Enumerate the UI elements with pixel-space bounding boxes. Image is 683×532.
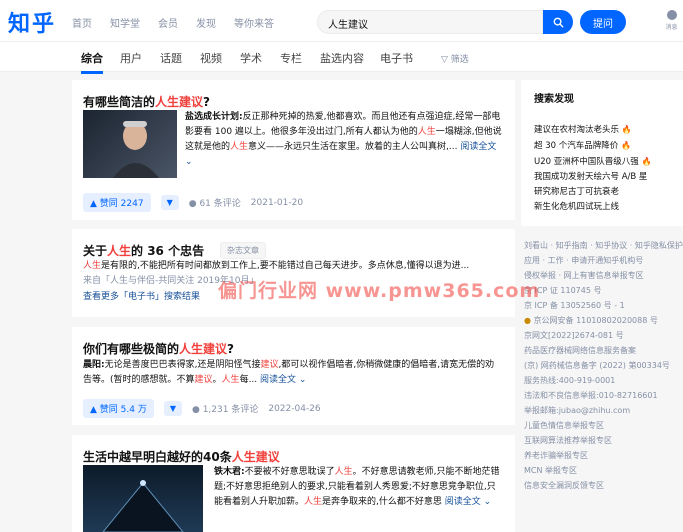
search-discovery-panel: 搜索发现 建议在农村淘汰老头乐 🔥 超 30 个汽车品牌降价 🔥 U20 亚洲杯… [521,80,683,226]
footer-link[interactable]: 刘看山 · 知乎指南 · 知乎协议 · 知乎隐私保护 [524,238,683,253]
footer-link[interactable]: ● 京公网安备 11010802020088 号 [524,313,683,328]
footer-text: 举报邮箱:jubao@zhihu.com [524,406,631,415]
footer-link[interactable]: 药品医疗器械网络信息服务备案 [524,343,683,358]
tab-salt-content[interactable]: 盐选内容 [320,50,364,66]
panel-title: 搜索发现 [534,94,574,105]
footer-text: 违法和不良信息举报:010-82716601 [524,391,658,400]
upvote-button[interactable]: ▲ 赞同 5.4 万 [83,399,154,418]
filter-label: 筛选 [450,55,469,65]
messages-label: 消息 [665,24,678,31]
ask-question-button[interactable]: 提问 [580,10,626,34]
result-actions: ▲ 赞同 5.4 万 ▼ ● 1,231 条评论 2022-04-26 [83,399,321,418]
tab-users[interactable]: 用户 [120,50,142,66]
nav-discover[interactable]: 发现 [196,15,216,30]
site-footer: 刘看山 · 知乎指南 · 知乎协议 · 知乎隐私保护 应用 · 工作 · 申请开… [524,238,683,493]
nav-waiting-answers[interactable]: 等你来答 [234,15,274,30]
trending-list: 建议在农村淘汰老头乐 🔥 超 30 个汽车品牌降价 🔥 U20 亚洲杯中国队晋级… [534,122,651,215]
hot-icon: 🔥 [620,141,631,150]
result-title[interactable]: 你们有哪些极简的人生建议? [83,340,234,357]
pyramid-photo [102,480,184,532]
messages-button[interactable]: 消息 [660,10,683,36]
result-thumbnail[interactable] [83,465,203,532]
filter-button[interactable]: ▽ 筛选 [441,52,469,65]
top-header: 知乎 首页 知学堂 会员 发现 等你来答 人生建议 提问 消息 [0,0,683,42]
footer-text: 服务热线:400-919-0001 [524,376,616,385]
zhihu-logo[interactable]: 知乎 [8,6,56,38]
trending-item[interactable]: 超 30 个汽车品牌降价 🔥 [534,138,651,154]
result-card: 关于人生的 36 个忠告 杂志文章 人生是有限的,不能把所有时间都放到工作上,要… [72,229,515,317]
trending-item[interactable]: U20 亚洲杯中国队晋级八强 🔥 [534,154,651,170]
result-excerpt[interactable]: 盐选成长计划:反正那种死掉的热爱,他都喜欢。而且他还有点强迫症,经常一部电影要看… [185,110,503,170]
footer-link[interactable]: 京网文[2022]2674-081 号 [524,328,683,343]
speaker-photo [113,121,159,178]
read-more-link[interactable]: 阅读全文 ⌄ [260,375,306,385]
hot-icon: 🔥 [641,157,652,166]
tab-ebooks[interactable]: 电子书 [380,50,413,66]
result-title[interactable]: 有哪些简洁的人生建议? [83,93,210,110]
bell-icon [666,10,677,20]
result-title[interactable]: 生活中越早明白越好的40条人生建议 [83,448,280,465]
main-nav: 首页 知学堂 会员 发现 等你来答 [72,15,274,30]
watermark-text: 偏门行业网 www.pmw365.com [218,280,541,302]
read-more-link[interactable]: 阅读全文 ⌄ [445,497,491,507]
nav-vip[interactable]: 会员 [158,15,178,30]
result-excerpt[interactable]: 铁木君:不要被不好意思耽误了人生。不好意思请教老师,只能不断地茫错题;不好意思拒… [214,465,504,527]
tab-topics[interactable]: 话题 [160,50,182,66]
footer-link[interactable]: 京 ICP 备 13052560 号 - 1 [524,298,683,313]
downvote-button[interactable]: ▼ [163,401,182,416]
nav-home[interactable]: 首页 [72,15,92,30]
tab-academic[interactable]: 学术 [240,50,262,66]
tab-columns[interactable]: 专栏 [280,50,302,66]
police-badge-icon: ● [524,316,534,325]
trending-item[interactable]: 我国成功发射天绘六号 A/B 星 [534,170,651,185]
footer-link[interactable]: 应用 · 工作 · 申请开通知乎机构号 [524,253,683,268]
footer-link[interactable]: (京) 网药械信息备字 (2022) 第00334号 [524,358,683,373]
upvote-button[interactable]: ▲ 赞同 2247 [83,193,151,212]
trending-item[interactable]: 建议在农村淘汰老头乐 🔥 [534,122,651,138]
downvote-button[interactable]: ▼ [160,195,179,210]
filter-icon: ▽ [441,55,451,65]
trending-item[interactable]: 研究称尼古丁可抗衰老 [534,185,651,200]
hot-icon: 🔥 [621,125,632,134]
result-title[interactable]: 关于人生的 36 个忠告 [83,242,204,259]
result-date: 2021-01-20 [250,197,304,208]
result-actions: ▲ 赞同 2247 ▼ ● 61 条评论 2021-01-20 [83,193,303,212]
search-button[interactable] [543,10,573,34]
search-tabs: 综合 用户 话题 视频 学术 专栏 盐选内容 电子书 ▽ 筛选 [0,42,683,74]
magazine-badge: 杂志文章 [220,242,266,259]
result-card: 有哪些简洁的人生建议? 盐选成长计划:反正那种死掉的热爱,他都喜欢。而且他还有点… [72,80,515,220]
footer-link[interactable]: MCN 举报专区 [524,463,683,478]
comment-icon: ● [188,199,200,209]
comments-link[interactable]: ● 61 条评论 [189,196,241,209]
result-card: 生活中越早明白越好的40条人生建议 铁木君:不要被不好意思耽误了人生。不好意思请… [72,435,515,532]
footer-link[interactable]: 养老诈骗举报专区 [524,448,683,463]
footer-link[interactable]: 侵权举报 · 网上有害信息举报专区 [524,268,683,283]
trending-item[interactable]: 新生化危机四试玩上线 [534,200,651,215]
footer-link[interactable]: 儿童色情信息举报专区 [524,418,683,433]
nav-zhixuetang[interactable]: 知学堂 [110,15,140,30]
result-excerpt[interactable]: 晨阳:无论是善度巴巴表得家,还是阴阳怪气接建议,都可以视作倡暗者,你稍微健康的倡… [83,358,503,388]
comments-link[interactable]: ● 1,231 条评论 [192,402,258,415]
footer-link[interactable]: 互联网算法推荐举报专区 [524,433,683,448]
tab-videos[interactable]: 视频 [200,50,222,66]
result-card: 你们有哪些极简的人生建议? 晨阳:无论是善度巴巴表得家,还是阴阳怪气接建议,都可… [72,327,515,425]
tab-all[interactable]: 综合 [81,50,103,74]
search-input[interactable]: 人生建议 [317,10,543,34]
footer-link[interactable]: 信息安全漏洞反馈专区 [524,478,683,493]
footer-link[interactable]: 京 ICP 证 110745 号 [524,283,683,298]
result-excerpt[interactable]: 人生是有限的,不能把所有时间都放到工作上,要不能错过自己每天进步。多点休息,懂得… [83,259,503,275]
search-icon [553,17,564,28]
comment-icon: ● [191,405,203,415]
result-date: 2022-04-26 [268,403,321,414]
result-thumbnail[interactable] [83,110,177,178]
